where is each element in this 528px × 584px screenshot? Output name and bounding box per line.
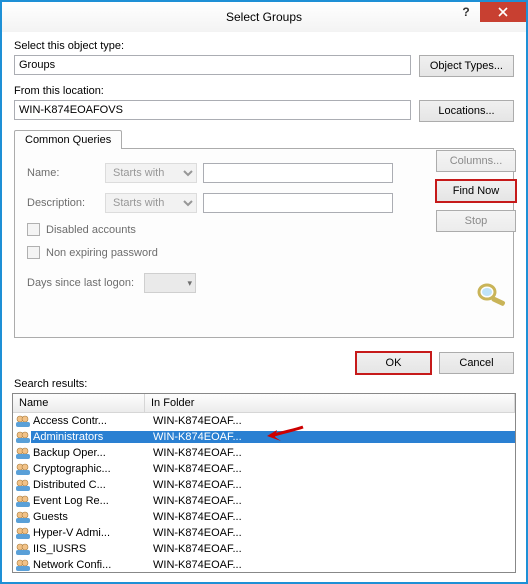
help-button[interactable]: ? — [452, 2, 480, 22]
location-field[interactable]: WIN-K874EOAFOVS — [14, 100, 411, 120]
object-type-label: Select this object type: — [14, 40, 514, 52]
table-row[interactable]: AdministratorsWIN-K874EOAF... — [13, 429, 515, 445]
name-input — [203, 163, 393, 183]
locations-button[interactable]: Locations... — [419, 100, 514, 122]
close-icon — [498, 7, 508, 17]
ok-button[interactable]: OK — [356, 352, 431, 374]
table-row[interactable]: Cryptographic...WIN-K874EOAF... — [13, 461, 515, 477]
table-row[interactable]: Hyper-V Admi...WIN-K874EOAF... — [13, 525, 515, 541]
window-title: Select Groups — [226, 10, 302, 24]
col-folder[interactable]: In Folder — [145, 394, 515, 412]
row-name: Event Log Re... — [31, 495, 147, 507]
days-label: Days since last logon: — [27, 277, 134, 289]
row-name: Access Contr... — [31, 415, 147, 427]
location-value: WIN-K874EOAFOVS — [19, 104, 123, 116]
row-folder: WIN-K874EOAF... — [147, 447, 515, 459]
group-icon — [15, 414, 31, 428]
row-folder: WIN-K874EOAF... — [147, 527, 515, 539]
group-icon — [15, 542, 31, 556]
cancel-button[interactable]: Cancel — [439, 352, 514, 374]
group-icon — [15, 510, 31, 524]
row-folder: WIN-K874EOAF... — [147, 463, 515, 475]
row-name: Cryptographic... — [31, 463, 147, 475]
row-folder: WIN-K874EOAF... — [147, 495, 515, 507]
group-icon — [15, 478, 31, 492]
titlebar: Select Groups ? — [2, 2, 526, 32]
row-name: Guests — [31, 511, 147, 523]
row-name: Network Confi... — [31, 559, 147, 571]
table-row[interactable]: Distributed C...WIN-K874EOAF... — [13, 477, 515, 493]
table-row[interactable]: IIS_IUSRSWIN-K874EOAF... — [13, 541, 515, 557]
columns-button: Columns... — [436, 150, 516, 172]
row-folder: WIN-K874EOAF... — [147, 543, 515, 555]
name-label: Name: — [27, 167, 99, 179]
non-expiring-label: Non expiring password — [46, 247, 158, 259]
row-folder: WIN-K874EOAF... — [147, 511, 515, 523]
table-row[interactable]: Access Contr...WIN-K874EOAF... — [13, 413, 515, 429]
close-button[interactable] — [480, 2, 526, 22]
group-icon — [15, 462, 31, 476]
row-name: IIS_IUSRS — [31, 543, 147, 555]
desc-label: Description: — [27, 197, 99, 209]
non-expiring-checkbox — [27, 246, 40, 259]
group-icon — [15, 430, 31, 444]
desc-input — [203, 193, 393, 213]
row-name: Hyper-V Admi... — [31, 527, 147, 539]
row-folder: WIN-K874EOAF... — [147, 431, 515, 443]
col-name[interactable]: Name — [13, 394, 145, 412]
chevron-down-icon: ▾ — [187, 278, 192, 289]
tab-common-queries[interactable]: Common Queries — [14, 130, 122, 149]
row-folder: WIN-K874EOAF... — [147, 415, 515, 427]
disabled-accounts-label: Disabled accounts — [46, 224, 136, 236]
table-row[interactable]: Backup Oper...WIN-K874EOAF... — [13, 445, 515, 461]
table-header: Name In Folder — [13, 394, 515, 413]
stop-button: Stop — [436, 210, 516, 232]
table-row[interactable]: Event Log Re...WIN-K874EOAF... — [13, 493, 515, 509]
row-folder: WIN-K874EOAF... — [147, 479, 515, 491]
row-folder: WIN-K874EOAF... — [147, 559, 515, 571]
object-types-button[interactable]: Object Types... — [419, 55, 514, 77]
search-results-icon — [476, 280, 510, 309]
table-row[interactable]: GuestsWIN-K874EOAF... — [13, 509, 515, 525]
row-name: Backup Oper... — [31, 447, 147, 459]
row-name: Distributed C... — [31, 479, 147, 491]
location-label: From this location: — [14, 85, 514, 97]
group-icon — [15, 494, 31, 508]
group-icon — [15, 526, 31, 540]
row-name: Administrators — [31, 431, 147, 443]
find-now-button[interactable]: Find Now — [436, 180, 516, 202]
table-row[interactable]: Network Confi...WIN-K874EOAF... — [13, 557, 515, 573]
search-results-label: Search results: — [2, 378, 526, 393]
desc-mode-combo: Starts with — [105, 193, 197, 213]
group-icon — [15, 446, 31, 460]
group-icon — [15, 558, 31, 572]
disabled-accounts-checkbox — [27, 223, 40, 236]
name-mode-combo: Starts with — [105, 163, 197, 183]
object-type-value: Groups — [19, 59, 55, 71]
object-type-field[interactable]: Groups — [14, 55, 411, 75]
results-table[interactable]: Name In Folder Access Contr...WIN-K874EO… — [12, 393, 516, 573]
days-combo: ▾ — [144, 273, 196, 293]
